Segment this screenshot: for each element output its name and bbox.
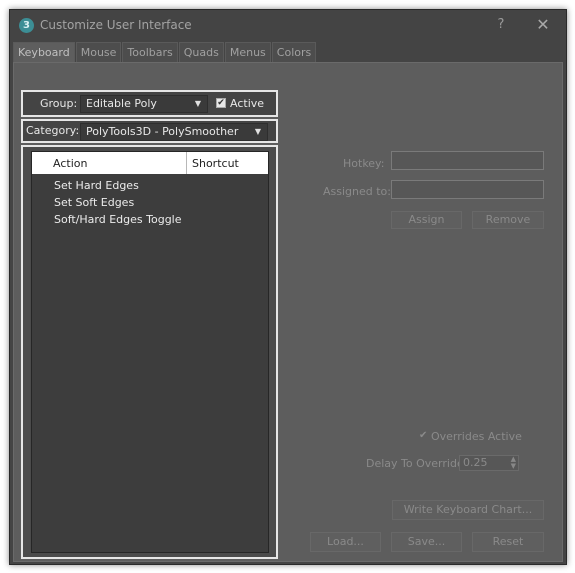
chevron-down-icon: ▼	[254, 127, 261, 136]
write-keyboard-chart-button[interactable]: Write Keyboard Chart...	[392, 500, 544, 520]
save-button[interactable]: Save...	[391, 532, 462, 552]
tab-keyboard[interactable]: Keyboard	[13, 42, 75, 62]
action-list[interactable]: Action Shortcut Set Hard Edges Set Soft …	[31, 151, 269, 553]
load-button[interactable]: Load...	[310, 532, 381, 552]
remove-button[interactable]: Remove	[472, 211, 544, 229]
delay-spinner[interactable]: 0.25 ▲ ▼	[459, 455, 519, 471]
tab-bar: Keyboard Mouse Toolbars Quads Menus Colo…	[13, 42, 317, 62]
assigned-to-field[interactable]	[391, 180, 544, 199]
group-label: Group:	[40, 97, 78, 110]
category-dropdown[interactable]: PolyTools3D - PolySmoother ▼	[80, 123, 268, 141]
chevron-down-icon: ▼	[194, 99, 201, 108]
customize-ui-dialog: 3 Customize User Interface ? ✕ Keyboard …	[9, 9, 567, 565]
category-label: Category:	[26, 124, 80, 137]
tab-toolbars[interactable]: Toolbars	[122, 42, 178, 62]
group-row: Group: Editable Poly ▼ ✔ Active	[21, 90, 278, 117]
hotkey-field[interactable]	[391, 151, 544, 170]
group-dropdown[interactable]: Editable Poly ▼	[80, 95, 208, 113]
list-item[interactable]: Set Hard Edges	[54, 179, 139, 192]
tab-menus[interactable]: Menus	[224, 42, 271, 62]
delay-to-override-label: Delay To Override:	[366, 457, 468, 470]
column-header-shortcut[interactable]: Shortcut	[192, 157, 239, 170]
close-button[interactable]: ✕	[533, 15, 553, 35]
title-bar: 3 Customize User Interface ? ✕	[10, 10, 566, 41]
assigned-to-label: Assigned to:	[323, 185, 391, 198]
spinner-arrows-icon[interactable]: ▲ ▼	[511, 456, 516, 470]
reset-button[interactable]: Reset	[472, 532, 544, 552]
list-header: Action Shortcut	[32, 152, 268, 174]
overrides-active-label: Overrides Active	[431, 430, 522, 443]
tab-quads[interactable]: Quads	[178, 42, 224, 62]
app-logo-icon: 3	[19, 18, 34, 33]
action-list-panel: Action Shortcut Set Hard Edges Set Soft …	[21, 145, 278, 559]
list-item[interactable]: Set Soft Edges	[54, 196, 134, 209]
active-label: Active	[230, 97, 265, 110]
assign-button[interactable]: Assign	[391, 211, 462, 229]
column-header-action[interactable]: Action	[53, 157, 87, 170]
overrides-active-checkbox[interactable]: ✔	[419, 431, 429, 441]
category-dropdown-value: PolyTools3D - PolySmoother	[86, 125, 239, 138]
tab-mouse[interactable]: Mouse	[75, 42, 122, 62]
keyboard-panel: Group: Editable Poly ▼ ✔ Active Category…	[13, 62, 563, 562]
help-button[interactable]: ?	[492, 16, 510, 34]
window-title: Customize User Interface	[40, 18, 192, 32]
hotkey-label: Hotkey:	[343, 157, 385, 170]
group-dropdown-value: Editable Poly	[86, 97, 157, 110]
delay-value: 0.25	[463, 456, 488, 469]
tab-colors[interactable]: Colors	[271, 42, 317, 62]
list-item[interactable]: Soft/Hard Edges Toggle	[54, 213, 182, 226]
active-checkbox[interactable]: ✔	[216, 98, 226, 108]
column-divider[interactable]	[186, 152, 187, 174]
category-row: Category: PolyTools3D - PolySmoother ▼	[21, 119, 278, 143]
